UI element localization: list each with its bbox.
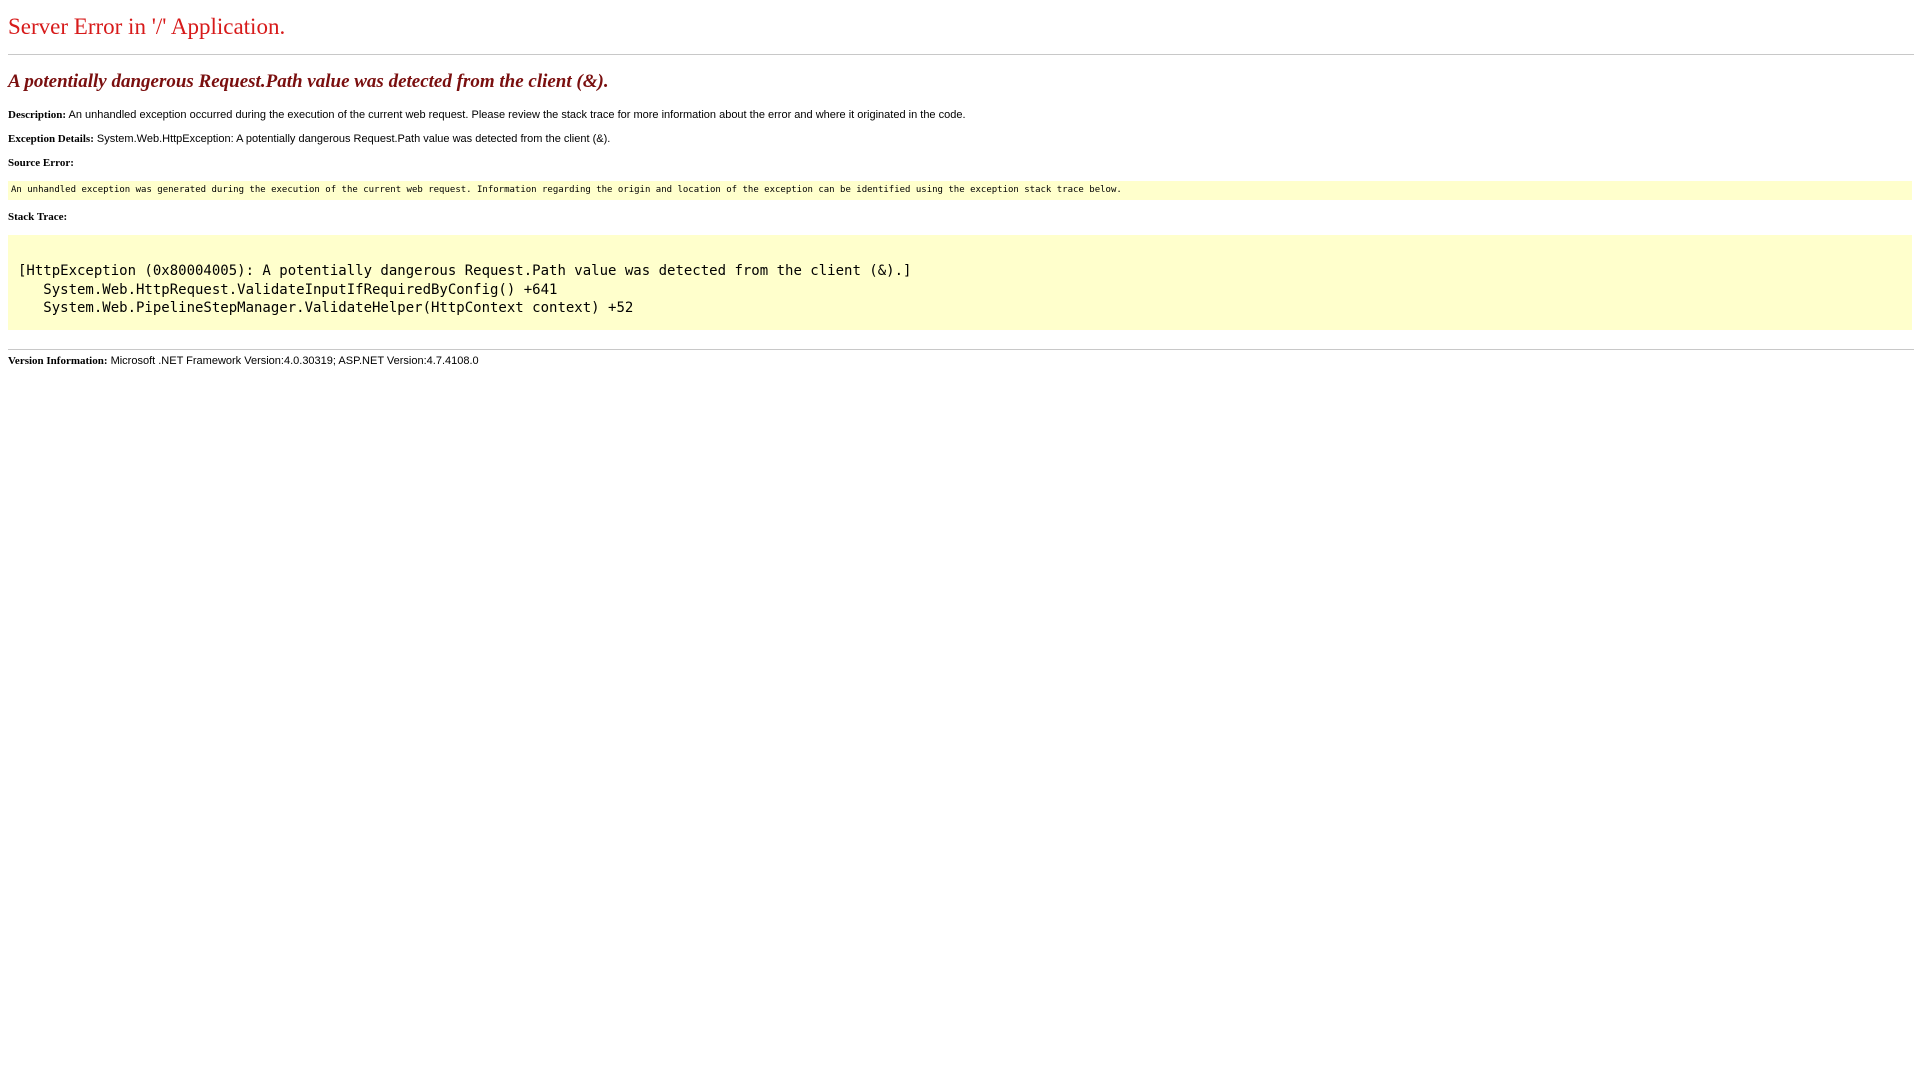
- source-error-text: An unhandled exception was generated dur…: [11, 185, 1122, 195]
- version-information-label: Version Information:: [8, 355, 108, 367]
- stack-trace-line: Stack Trace:: [8, 211, 67, 223]
- footer-divider: [8, 349, 1914, 350]
- title-divider: [8, 54, 1914, 55]
- description-line: Description: An unhandled exception occu…: [8, 109, 966, 121]
- exception-details-line: Exception Details: System.Web.HttpExcept…: [8, 133, 610, 145]
- error-subtitle: A potentially dangerous Request.Path val…: [8, 71, 609, 92]
- description-text: An unhandled exception occurred during t…: [66, 109, 966, 121]
- exception-details-label: Exception Details:: [8, 133, 94, 145]
- version-information-line: Version Information: Microsoft .NET Fram…: [8, 355, 479, 367]
- source-error-label: Source Error:: [8, 157, 74, 169]
- stack-trace-line-2: System.Web.HttpRequest.ValidateInputIfRe…: [18, 281, 558, 298]
- page-title: Server Error in '/' Application.: [8, 14, 286, 39]
- stack-trace-line-1: [HttpException (0x80004005): A potential…: [18, 263, 912, 279]
- stack-trace-label: Stack Trace:: [8, 211, 68, 223]
- exception-details-text: System.Web.HttpException: A potentially …: [93, 133, 611, 145]
- version-information-text: Microsoft .NET Framework Version:4.0.303…: [107, 355, 479, 367]
- source-error-line: Source Error:: [8, 157, 74, 169]
- description-label: Description:: [8, 109, 67, 121]
- stack-trace-box: [HttpException (0x80004005): A potential…: [8, 235, 1912, 330]
- source-error-box: An unhandled exception was generated dur…: [8, 181, 1912, 200]
- stack-trace-line-3: System.Web.PipelineStepManager.ValidateH…: [18, 300, 634, 316]
